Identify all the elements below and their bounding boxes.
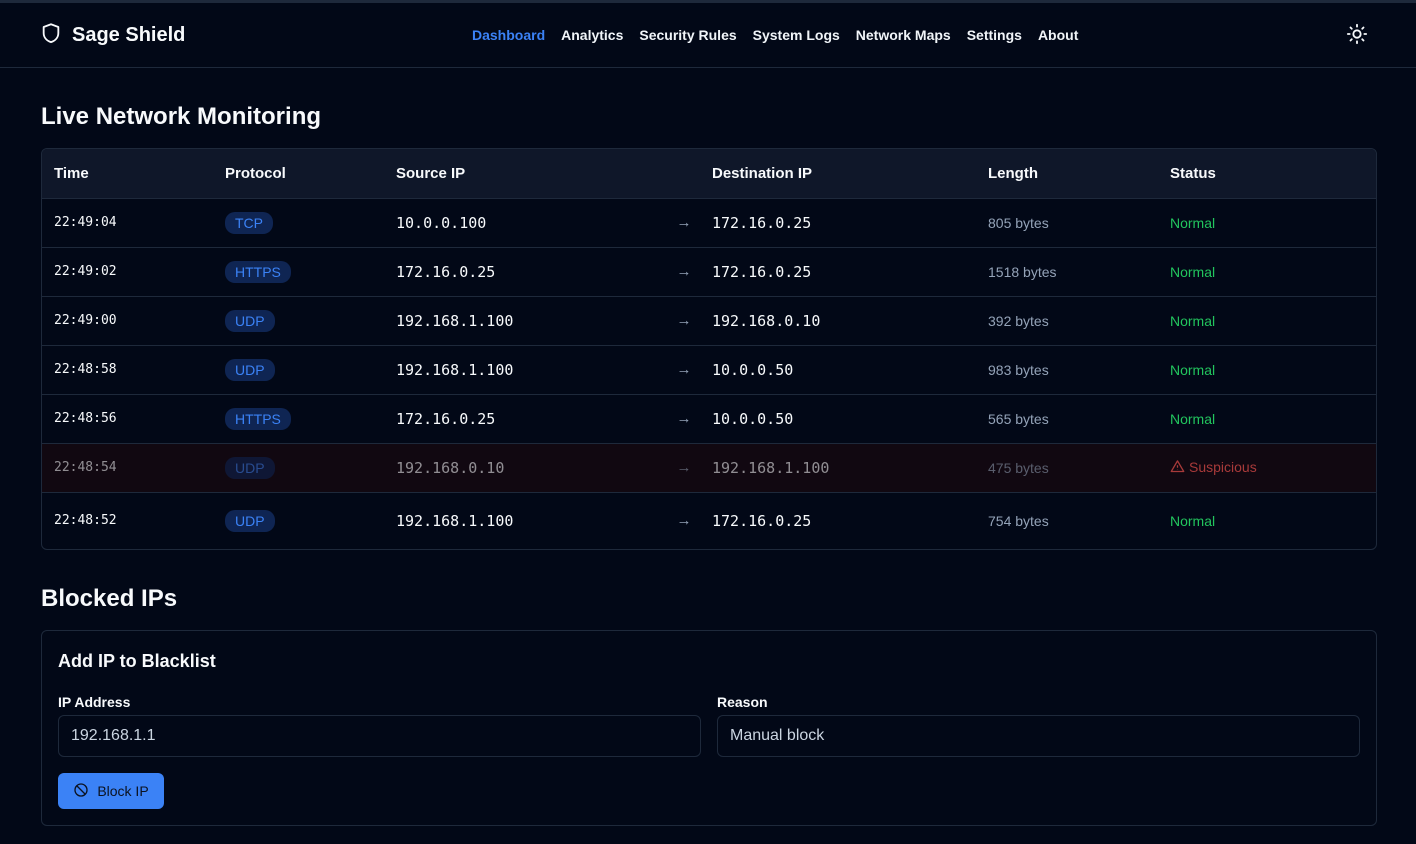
ban-icon [73, 782, 89, 801]
cell-time: 22:49:02 [42, 247, 213, 297]
table-row-suspicious[interactable]: 22:48:54 UDP 192.168.0.10 → 192.168.1.10… [42, 443, 1376, 493]
arrow-right-icon: → [656, 247, 700, 297]
table-row[interactable]: 22:48:58 UDP 192.168.1.100 → 10.0.0.50 9… [42, 345, 1376, 395]
cell-status: Normal [1158, 247, 1376, 297]
protocol-badge: UDP [225, 309, 275, 332]
nav-system-logs[interactable]: System Logs [753, 27, 840, 43]
sun-icon[interactable] [1346, 23, 1368, 45]
cell-source-ip: 192.168.0.10 [384, 443, 656, 493]
table-row[interactable]: 22:49:02 HTTPS 172.16.0.25 → 172.16.0.25… [42, 247, 1376, 297]
traffic-table-card: Time Protocol Source IP Destination IP L… [41, 148, 1377, 550]
status-label: Suspicious [1189, 458, 1257, 475]
arrow-right-icon: → [656, 394, 700, 444]
cell-status: Normal [1158, 394, 1376, 444]
nav-settings[interactable]: Settings [967, 27, 1022, 43]
protocol-badge: HTTPS [225, 260, 291, 283]
ip-address-input[interactable] [58, 715, 701, 757]
ip-address-label: IP Address [58, 694, 131, 710]
arrow-right-icon: → [656, 296, 700, 346]
col-header-destination-ip[interactable]: Destination IP [700, 149, 976, 199]
shield-icon [40, 22, 62, 49]
cell-status: Normal [1158, 296, 1376, 346]
cell-length: 1518 bytes [976, 247, 1158, 297]
main-nav: Dashboard Analytics Security Rules Syste… [472, 3, 1078, 67]
cell-protocol: HTTPS [213, 394, 384, 444]
protocol-badge: HTTPS [225, 407, 291, 430]
cell-time: 22:49:00 [42, 296, 213, 346]
warning-icon [1170, 459, 1185, 477]
table-row[interactable]: 22:49:04 TCP 10.0.0.100 → 172.16.0.25 80… [42, 198, 1376, 248]
brand[interactable]: Sage Shield [40, 22, 185, 49]
cell-time: 22:48:58 [42, 345, 213, 395]
col-header-arrow [656, 149, 700, 199]
arrow-right-icon: → [656, 443, 700, 493]
col-header-time[interactable]: Time [42, 149, 213, 199]
cell-status: Normal [1170, 512, 1216, 529]
cell-source-ip: 10.0.0.100 [384, 198, 656, 248]
arrow-right-icon: → [656, 198, 700, 248]
block-ip-button[interactable]: Block IP [58, 773, 164, 809]
cell-source-ip: 192.168.1.100 [396, 511, 514, 530]
cell-protocol: UDP [213, 345, 384, 395]
top-navbar: Sage Shield Dashboard Analytics Security… [0, 3, 1416, 68]
cell-length: 754 bytes [988, 512, 1049, 529]
cell-protocol: TCP [213, 198, 384, 248]
cell-destination-ip: 10.0.0.50 [700, 345, 976, 395]
col-header-status[interactable]: Status [1158, 149, 1376, 199]
cell-time: 22:48:54 [42, 443, 213, 493]
cell-status: Normal [1158, 198, 1376, 248]
reason-label: Reason [717, 694, 768, 710]
protocol-badge: UDP [225, 358, 275, 381]
cell-length: 565 bytes [976, 394, 1158, 444]
monitoring-title: Live Network Monitoring [41, 103, 322, 130]
table-header-row: Time Protocol Source IP Destination IP L… [42, 149, 1376, 199]
cell-destination-ip: 192.168.1.100 [700, 443, 976, 493]
arrow-right-icon: → [676, 512, 692, 530]
table-row[interactable]: 22:48:52 UDP 192.168.1.100 → 172.16.0.25… [42, 492, 1376, 549]
reason-input[interactable] [717, 715, 1360, 757]
protocol-badge: UDP [225, 456, 275, 479]
nav-about[interactable]: About [1038, 27, 1078, 43]
cell-destination-ip: 172.16.0.25 [700, 198, 976, 248]
arrow-right-icon: → [656, 345, 700, 395]
cell-protocol: HTTPS [213, 247, 384, 297]
col-header-source-ip[interactable]: Source IP [384, 149, 656, 199]
nav-network-maps[interactable]: Network Maps [856, 27, 951, 43]
cell-destination-ip: 172.16.0.25 [700, 247, 976, 297]
cell-length: 392 bytes [976, 296, 1158, 346]
cell-protocol: UDP [213, 492, 384, 549]
table-row[interactable]: 22:49:00 UDP 192.168.1.100 → 192.168.0.1… [42, 296, 1376, 346]
cell-time: 22:48:56 [42, 394, 213, 444]
blocked-title: Blocked IPs [41, 585, 178, 612]
cell-protocol: UDP [213, 296, 384, 346]
block-ip-label: Block IP [97, 783, 149, 799]
cell-status: Suspicious [1158, 443, 1376, 493]
cell-length: 805 bytes [976, 198, 1158, 248]
blacklist-card: Add IP to Blacklist IP Address Reason Bl… [41, 630, 1377, 826]
protocol-badge: UDP [225, 509, 275, 532]
table-row[interactable]: 22:48:56 HTTPS 172.16.0.25 → 10.0.0.50 5… [42, 394, 1376, 444]
cell-time: 22:48:52 [54, 513, 117, 529]
cell-source-ip: 172.16.0.25 [384, 247, 656, 297]
col-header-protocol[interactable]: Protocol [213, 149, 384, 199]
nav-security-rules[interactable]: Security Rules [639, 27, 736, 43]
col-header-length[interactable]: Length [976, 149, 1158, 199]
cell-length: 475 bytes [976, 443, 1158, 493]
traffic-table: Time Protocol Source IP Destination IP L… [42, 149, 1376, 549]
blacklist-card-title: Add IP to Blacklist [58, 651, 216, 671]
nav-dashboard[interactable]: Dashboard [472, 27, 545, 43]
cell-length: 983 bytes [976, 345, 1158, 395]
cell-status: Normal [1158, 345, 1376, 395]
cell-destination-ip: 10.0.0.50 [700, 394, 976, 444]
cell-protocol: UDP [213, 443, 384, 493]
cell-destination-ip: 192.168.0.10 [700, 296, 976, 346]
cell-time: 22:49:04 [42, 198, 213, 248]
cell-destination-ip: 172.16.0.25 [712, 511, 812, 530]
protocol-badge: TCP [225, 211, 273, 234]
cell-source-ip: 192.168.1.100 [384, 296, 656, 346]
cell-source-ip: 192.168.1.100 [384, 345, 656, 395]
cell-source-ip: 172.16.0.25 [384, 394, 656, 444]
brand-name: Sage Shield [72, 23, 186, 46]
nav-analytics[interactable]: Analytics [561, 27, 623, 43]
